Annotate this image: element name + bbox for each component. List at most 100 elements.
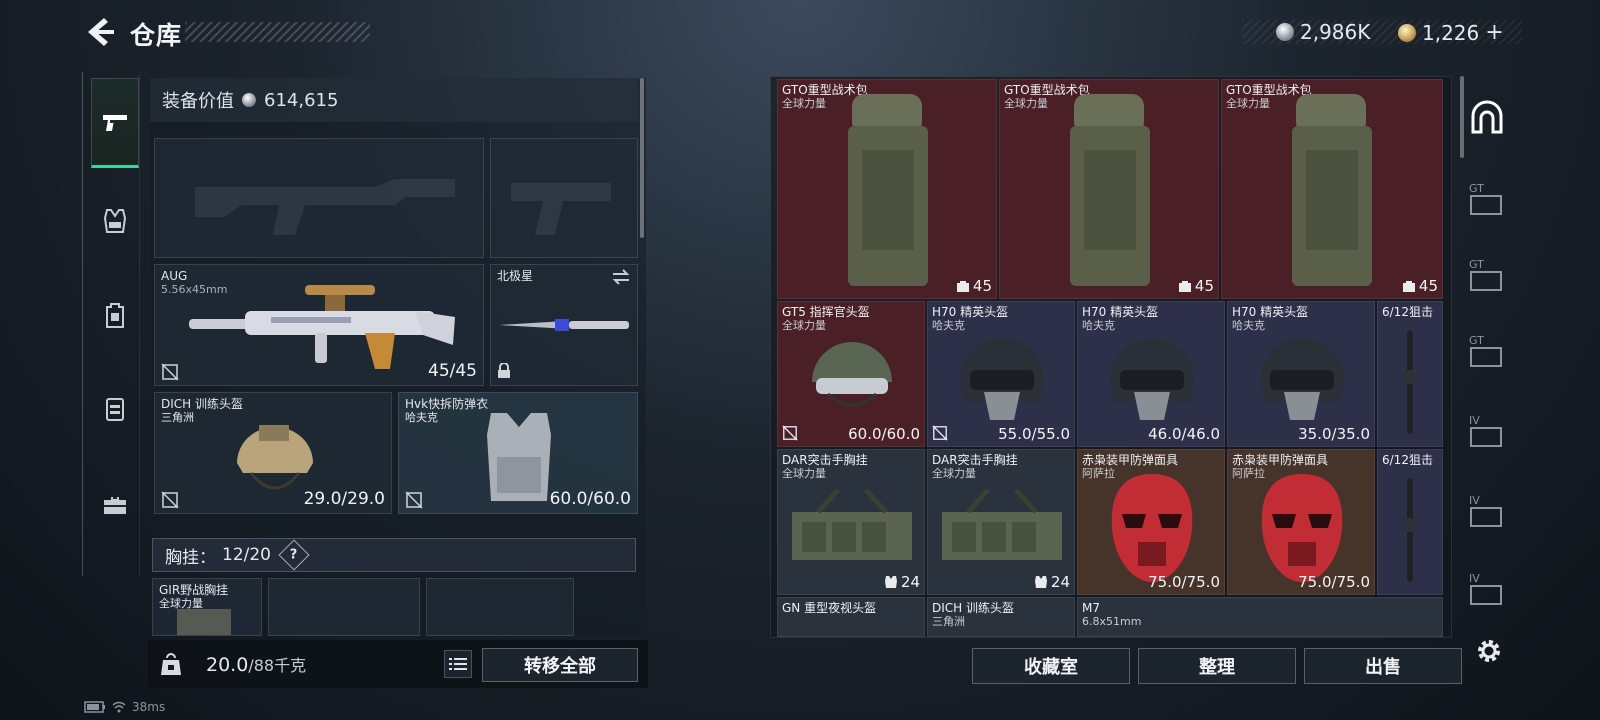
add-currency-button[interactable]: + [1485,20,1503,45]
right-rail-case[interactable]: GT [1466,320,1508,380]
rail-tab-container[interactable] [91,364,139,454]
gt-case-icon: GT [1469,258,1502,291]
chest-rig-icon [942,488,1062,560]
rail-tab-backpack[interactable] [91,270,139,360]
armor-slot[interactable]: Hvk快拆防弹衣 哈夫克 60.0/60.0 [398,392,638,514]
weapon-name: AUG [161,269,188,283]
item-name: H70 精英头盔 [1232,305,1309,319]
storage-item[interactable]: GTO重型战术包 全球力量 45 [999,79,1219,299]
pistol-icon [103,115,127,131]
armor-brand: 哈夫克 [405,411,438,424]
empty-pistol-slot[interactable] [490,138,638,258]
swap-arrows-icon[interactable] [611,269,631,285]
collection-button[interactable]: 收藏室 [972,648,1130,684]
rail-tab-briefcase[interactable] [91,460,139,550]
storage-item[interactable]: DICH 训练头盔 三角洲 [927,597,1075,637]
face-mask-icon [1111,474,1193,582]
chest-rig-icon [792,488,912,560]
case-label: GT [1469,258,1484,271]
no-drop-icon [932,425,948,441]
storage-item[interactable]: DAR突击手胸挂 全球力量 24 [777,449,925,595]
storage-item[interactable]: 6/12狙击 [1377,449,1443,595]
equipment-value-bar: 装备价值 614,615 [150,78,638,122]
item-name: H70 精英头盔 [932,305,1009,319]
helmet-icon [1260,338,1344,420]
storage-item[interactable]: GTO重型战术包 全球力量 45 [777,79,997,299]
item-capacity: 24 [884,573,920,591]
chest-rig-header: 胸挂： 12/20 ? [152,538,636,572]
primary-weapon-slot[interactable]: AUG 5.56x45mm 45/45 [154,264,484,386]
battery-icon [84,701,105,713]
storage-scrollbar[interactable] [1460,76,1464,158]
storage-item[interactable]: 6/12狙击 [1377,301,1443,447]
helmet-slot[interactable]: DICH 训练头盔 三角洲 29.0/29.0 [154,392,392,514]
weapon-durability: 45/45 [428,361,477,381]
rail-tab-weapons[interactable] [91,78,139,168]
empty-rifle-slot[interactable] [154,138,484,258]
chest-rig-small-icon [884,576,897,588]
storage-item[interactable]: GN 重型夜视头盔 [777,597,925,637]
iv-case-icon: IV [1469,572,1502,605]
melee-slot[interactable]: 北极星 [490,264,638,386]
item-name: DICH 训练头盔 [932,601,1014,615]
gold-currency-value: 1,226 [1422,20,1480,45]
rail-tab-armor[interactable] [91,176,139,266]
storage-item[interactable]: M7 6.8x51mm [1077,597,1443,637]
item-name: DAR突击手胸挂 [932,453,1018,467]
storage-item[interactable]: H70 精英头盔 哈夫克 46.0/46.0 [1077,301,1225,447]
help-button[interactable]: ? [278,539,310,571]
title-decoration [185,22,370,42]
storage-item[interactable]: H70 精英头盔 哈夫克 35.0/35.0 [1227,301,1375,447]
chest-rig-empty-slot[interactable] [426,578,574,636]
storage-item[interactable]: 赤枭装甲防弹面具 阿萨拉 75.0/75.0 [1077,449,1225,595]
case-label: IV [1469,494,1480,507]
storage-item[interactable]: GT5 指挥官头盔 全球力量 60.0/60.0 [777,301,925,447]
equipment-scrollbar[interactable] [640,78,644,238]
aug-rifle-icon [189,285,455,369]
silver-currency: 2,986K [1276,20,1370,44]
help-icon: ? [290,547,298,563]
transfer-all-button[interactable]: 转移全部 [482,648,638,682]
backpack-small-icon [1402,281,1415,292]
iv-case-icon: IV [1469,494,1502,527]
sell-button[interactable]: 出售 [1304,648,1462,684]
storage-item[interactable]: H70 精英头盔 哈夫克 55.0/55.0 [927,301,1075,447]
container-icon [106,398,124,421]
right-rail-case[interactable]: GT [1466,244,1508,304]
weight-bar: 20.0/88千克 转移全部 [148,640,648,688]
gold-currency[interactable]: 1,226 + [1398,20,1504,45]
list-view-button[interactable] [444,650,472,678]
right-rail-case[interactable]: IV [1466,400,1508,460]
right-rail-storage[interactable] [1466,88,1508,148]
item-brand: 全球力量 [932,467,976,480]
no-drop-icon [161,363,179,381]
capacity-value: 45 [1418,277,1438,295]
backpack-small-icon [956,281,969,292]
chest-rig-empty-slot[interactable] [268,578,420,636]
item-capacity: 45 [1402,277,1438,295]
settings-button[interactable] [1474,636,1504,666]
item-brand: 全球力量 [782,97,826,110]
right-rail-case[interactable]: IV [1466,558,1508,618]
gt-case-icon: GT [1469,182,1502,215]
organize-button[interactable]: 整理 [1138,648,1296,684]
gt-case-icon: GT [1469,334,1502,367]
storage-item[interactable]: DAR突击手胸挂 全球力量 24 [927,449,1075,595]
equipment-value: 614,615 [264,89,339,111]
storage-item[interactable]: GTO重型战术包 全球力量 45 [1221,79,1443,299]
item-brand: 全球力量 [1226,97,1270,110]
no-drop-icon [782,425,798,441]
current-weight: 20.0 [206,654,249,676]
max-weight: /88千克 [248,656,307,675]
item-name: 赤枭装甲防弹面具 [1232,453,1329,467]
no-drop-icon [405,491,423,509]
back-arrow-icon[interactable] [82,14,116,50]
right-rail-case[interactable]: IV [1466,480,1508,540]
chest-rig-slot[interactable]: GIR野战胸挂 全球力量 [152,578,262,636]
item-durability: 75.0/75.0 [1298,573,1370,591]
item-capacity: 45 [1178,277,1214,295]
backpack-icon [1292,94,1372,286]
right-rail-case[interactable]: GT [1466,168,1508,228]
item-durability: 46.0/46.0 [1148,425,1220,443]
storage-item[interactable]: 赤枭装甲防弹面具 阿萨拉 75.0/75.0 [1227,449,1375,595]
